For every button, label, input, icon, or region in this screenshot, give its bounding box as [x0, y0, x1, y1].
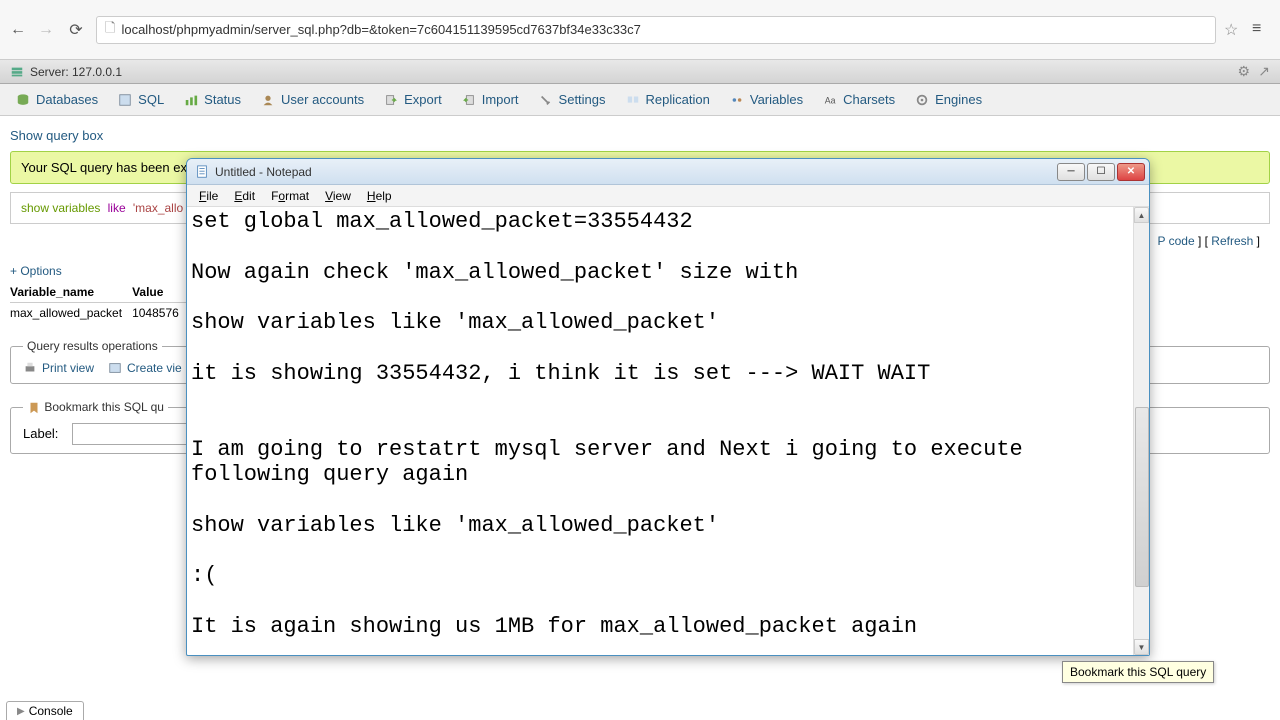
- sql-icon: [118, 93, 132, 107]
- create-view-icon: [108, 361, 122, 375]
- status-icon: [184, 93, 198, 107]
- gear-icon[interactable]: ⚙: [1237, 63, 1250, 80]
- url-bar[interactable]: 🗋 localhost/phpmyadmin/server_sql.php?db…: [96, 16, 1216, 44]
- exit-icon[interactable]: ↗: [1258, 63, 1270, 80]
- server-bar: Server: 127.0.0.1 ⚙ ↗: [0, 60, 1280, 84]
- menu-edit[interactable]: Edit: [226, 187, 263, 205]
- create-view-link[interactable]: Create vie: [108, 361, 182, 375]
- scroll-down-arrow[interactable]: ▼: [1134, 639, 1149, 655]
- database-icon: [16, 93, 30, 107]
- col-value: Value: [132, 282, 189, 303]
- result-table: Variable_nameValue max_allowed_packet104…: [10, 282, 189, 323]
- export-icon: [384, 93, 398, 107]
- label-text: Label:: [23, 426, 58, 441]
- menu-format[interactable]: Format: [263, 187, 317, 205]
- url-text: localhost/phpmyadmin/server_sql.php?db=&…: [121, 22, 640, 37]
- tooltip: Bookmark this SQL query: [1062, 661, 1214, 683]
- scrollbar[interactable]: ▲ ▼: [1133, 207, 1149, 655]
- tab-status[interactable]: Status: [174, 86, 251, 113]
- tab-variables[interactable]: Variables: [720, 86, 813, 113]
- menu-view[interactable]: View: [317, 187, 359, 205]
- menu-help[interactable]: Help: [359, 187, 400, 205]
- print-icon: [23, 361, 37, 375]
- bookmark-icon: [27, 401, 41, 415]
- menu-file[interactable]: File: [191, 187, 226, 205]
- users-icon: [261, 93, 275, 107]
- bookmark-legend: Bookmark this SQL qu: [23, 400, 168, 415]
- tab-charsets[interactable]: AaCharsets: [813, 86, 905, 113]
- variables-icon: [730, 93, 744, 107]
- charsets-icon: Aa: [823, 93, 837, 107]
- scroll-thumb[interactable]: [1135, 407, 1149, 587]
- svg-text:Aa: Aa: [825, 95, 836, 105]
- refresh-link[interactable]: Refresh: [1211, 234, 1253, 248]
- notepad-titlebar[interactable]: Untitled - Notepad ─ ☐ ✕: [187, 159, 1149, 185]
- print-view-link[interactable]: Print view: [23, 361, 94, 375]
- tab-replication[interactable]: Replication: [616, 86, 720, 113]
- notepad-icon: [195, 165, 209, 179]
- import-icon: [462, 93, 476, 107]
- forward-button[interactable]: →: [36, 20, 56, 40]
- notepad-text-area[interactable]: set global max_allowed_packet=33554432 N…: [187, 207, 1133, 655]
- scroll-up-arrow[interactable]: ▲: [1134, 207, 1149, 223]
- col-variable-name: Variable_name: [10, 282, 132, 303]
- replication-icon: [626, 93, 640, 107]
- server-icon: [10, 65, 24, 79]
- maximize-button[interactable]: ☐: [1087, 163, 1115, 181]
- bookmark-star-icon[interactable]: ☆: [1224, 20, 1244, 40]
- php-code-link[interactable]: P code: [1157, 234, 1194, 248]
- engines-icon: [915, 93, 929, 107]
- tab-import[interactable]: Import: [452, 86, 529, 113]
- back-button[interactable]: ←: [8, 20, 28, 40]
- tab-settings[interactable]: Settings: [529, 86, 616, 113]
- tab-engines[interactable]: Engines: [905, 86, 992, 113]
- minimize-button[interactable]: ─: [1057, 163, 1085, 181]
- console-tab[interactable]: ▶ Console: [6, 701, 84, 720]
- close-button[interactable]: ✕: [1117, 163, 1145, 181]
- notepad-title: Untitled - Notepad: [215, 165, 1057, 179]
- qr-ops-legend: Query results operations: [23, 339, 162, 353]
- reload-button[interactable]: ⟳: [64, 18, 88, 42]
- tab-export[interactable]: Export: [374, 86, 452, 113]
- notepad-menubar: File Edit Format View Help: [187, 185, 1149, 207]
- tab-bar: Databases SQL Status User accounts Expor…: [0, 84, 1280, 116]
- tab-databases[interactable]: Databases: [6, 86, 108, 113]
- show-query-box-link[interactable]: Show query box: [10, 128, 103, 143]
- label-input[interactable]: [72, 423, 192, 445]
- table-row: max_allowed_packet1048576: [10, 303, 189, 324]
- tab-sql[interactable]: SQL: [108, 86, 174, 113]
- tab-users[interactable]: User accounts: [251, 86, 374, 113]
- browser-menu-icon[interactable]: ≡: [1252, 20, 1272, 40]
- server-label: Server: 127.0.0.1: [30, 65, 122, 79]
- settings-icon: [539, 93, 553, 107]
- notepad-window: Untitled - Notepad ─ ☐ ✕ File Edit Forma…: [186, 158, 1150, 656]
